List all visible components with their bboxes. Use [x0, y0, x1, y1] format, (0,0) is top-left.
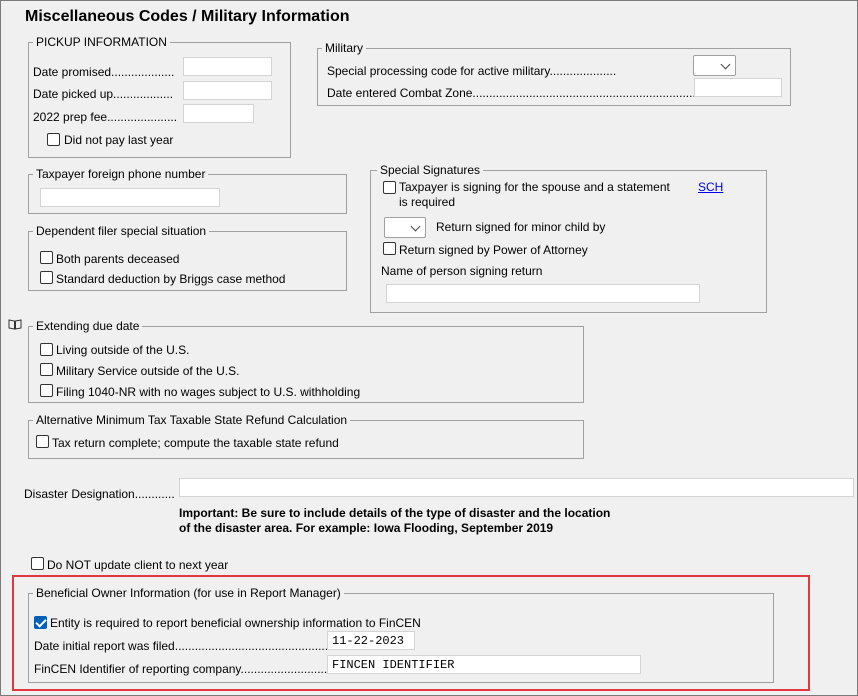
form-window: Miscellaneous Codes / Military Informati…	[0, 0, 858, 696]
dependent-legend: Dependent filer special situation	[33, 224, 210, 238]
poa-label: Return signed by Power of Attorney	[399, 243, 588, 257]
date-promised-input[interactable]	[183, 57, 272, 76]
date-filed-input[interactable]: 11-22-2023	[327, 631, 415, 650]
briggs-checkbox[interactable]	[40, 271, 53, 284]
dependent-group: Dependent filer special situation Both p…	[28, 224, 347, 291]
amt-complete-checkbox[interactable]	[36, 435, 49, 448]
chevron-down-icon	[720, 59, 731, 70]
disaster-note-line1: Important: Be sure to include details of…	[179, 506, 611, 520]
poa-checkbox[interactable]	[383, 242, 396, 255]
foreign-phone-input[interactable]	[40, 188, 220, 207]
pickup-legend: PICKUP INFORMATION	[33, 35, 170, 49]
minor-child-label: Return signed for minor child by	[436, 220, 606, 234]
spouse-label-line1: Taxpayer is signing for the spouse and a…	[399, 180, 670, 194]
name-signing-label: Name of person signing return	[381, 264, 543, 278]
spouse-checkbox[interactable]	[383, 181, 396, 194]
entity-required-checkbox[interactable]	[34, 616, 47, 629]
did-not-pay-checkbox[interactable]	[47, 133, 60, 146]
filing-1040nr-label: Filing 1040-NR with no wages subject to …	[56, 385, 361, 399]
amt-legend: Alternative Minimum Tax Taxable State Re…	[33, 413, 351, 427]
military-service-label: Military Service outside of the U.S.	[56, 364, 240, 378]
sch-link[interactable]: SCH	[698, 180, 723, 194]
entity-required-label: Entity is required to report beneficial …	[50, 616, 421, 630]
prep-fee-input[interactable]	[183, 104, 254, 123]
spouse-label-line2: is required	[399, 195, 456, 209]
date-picked-up-input[interactable]	[183, 81, 272, 100]
special-code-select[interactable]	[693, 55, 736, 76]
foreign-phone-group: Taxpayer foreign phone number	[28, 167, 347, 214]
military-legend: Military	[322, 41, 366, 55]
fincen-id-label: FinCEN Identifier of reporting company..…	[34, 662, 331, 676]
foreign-phone-legend: Taxpayer foreign phone number	[33, 167, 209, 181]
military-group: Military Special processing code for act…	[317, 41, 791, 106]
disaster-input[interactable]	[179, 478, 854, 497]
page-title: Miscellaneous Codes / Military Informati…	[25, 8, 350, 25]
special-code-label: Special processing code for active milit…	[327, 64, 617, 78]
disaster-label: Disaster Designation............	[24, 487, 175, 501]
chevron-down-icon	[410, 221, 421, 232]
name-signing-input[interactable]	[386, 284, 700, 303]
beneficial-legend: Beneficial Owner Information (for use in…	[33, 586, 344, 600]
minor-child-select[interactable]	[384, 217, 426, 238]
combat-zone-input[interactable]	[694, 78, 782, 97]
both-parents-label: Both parents deceased	[56, 252, 180, 266]
special-signatures-legend: Special Signatures	[377, 163, 484, 177]
date-filed-label: Date initial report was filed...........…	[34, 639, 372, 653]
no-update-label: Do NOT update client to next year	[47, 558, 229, 572]
special-signatures-group: Special Signatures Taxpayer is signing f…	[370, 163, 767, 313]
living-outside-label: Living outside of the U.S.	[56, 343, 190, 357]
prep-fee-label: 2022 prep fee.....................	[33, 110, 178, 124]
date-promised-label: Date promised...................	[33, 65, 175, 79]
living-outside-checkbox[interactable]	[40, 343, 53, 356]
date-picked-up-label: Date picked up..................	[33, 87, 174, 101]
amt-complete-label: Tax return complete; compute the taxable…	[52, 436, 339, 450]
briggs-label: Standard deduction by Briggs case method	[56, 272, 286, 286]
fincen-id-input[interactable]: FINCEN IDENTIFIER	[327, 655, 641, 674]
did-not-pay-label: Did not pay last year	[64, 133, 174, 147]
pickup-group: PICKUP INFORMATION Date promised........…	[28, 35, 291, 158]
disaster-note-line2: of the disaster area. For example: Iowa …	[179, 521, 554, 535]
no-update-checkbox[interactable]	[31, 557, 44, 570]
military-service-checkbox[interactable]	[40, 363, 53, 376]
filing-1040nr-checkbox[interactable]	[40, 384, 53, 397]
amt-group: Alternative Minimum Tax Taxable State Re…	[28, 413, 584, 459]
combat-zone-label: Date entered Combat Zone................…	[327, 86, 740, 100]
extending-legend: Extending due date	[33, 319, 143, 333]
book-icon[interactable]	[8, 319, 22, 330]
extending-group: Extending due date Living outside of the…	[28, 319, 584, 403]
both-parents-checkbox[interactable]	[40, 251, 53, 264]
beneficial-group: Beneficial Owner Information (for use in…	[28, 586, 774, 683]
